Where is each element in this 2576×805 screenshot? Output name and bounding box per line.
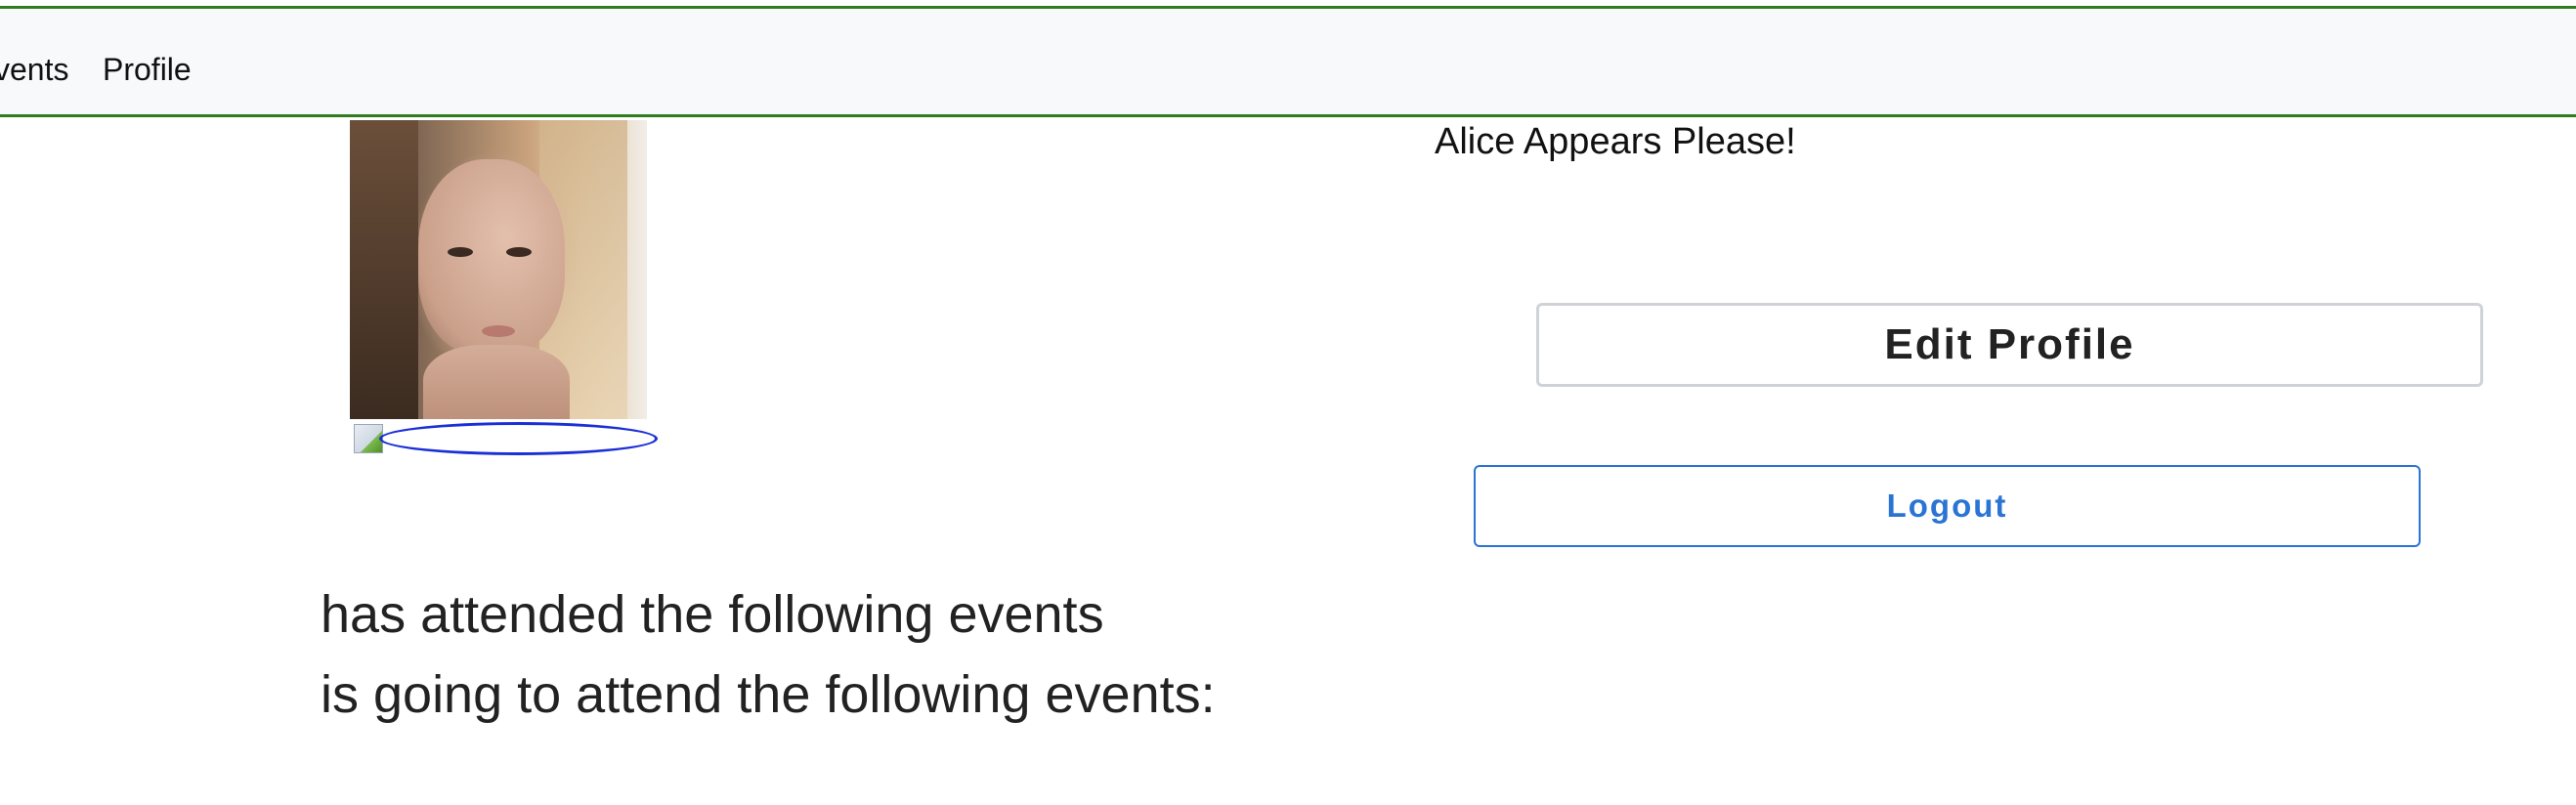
attended-events-heading: has attended the following events	[321, 585, 1104, 644]
secondary-image-area	[350, 420, 663, 459]
profile-avatar-photo	[350, 120, 647, 419]
top-navbar: vents Profile	[0, 6, 2576, 117]
nav-link-profile[interactable]: Profile	[103, 52, 192, 88]
nav-link-events[interactable]: vents	[0, 52, 68, 88]
edit-profile-button[interactable]: Edit Profile	[1536, 303, 2483, 387]
logout-button[interactable]: Logout	[1474, 465, 2421, 547]
profile-name: Alice Appears Please!	[1435, 121, 1796, 162]
upcoming-events-heading: is going to attend the following events:	[321, 665, 1216, 724]
highlight-ellipse	[379, 422, 658, 455]
